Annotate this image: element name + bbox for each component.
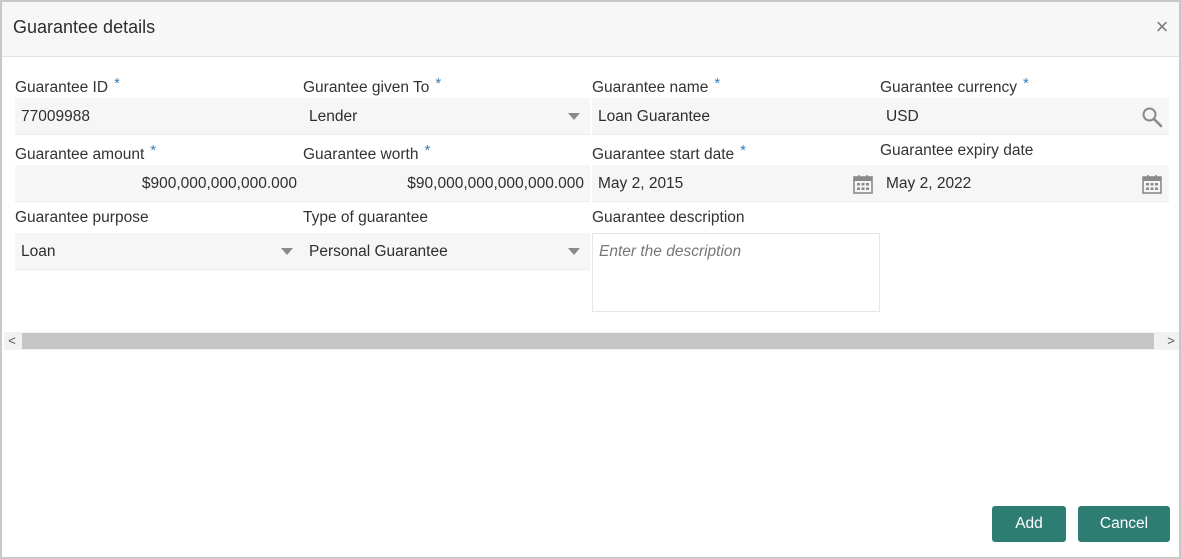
- guarantee-purpose-value: Loan: [21, 243, 56, 260]
- start-date-field[interactable]: May 2, 2015: [592, 165, 880, 202]
- guarantee-description-textarea[interactable]: Enter the description: [592, 233, 880, 312]
- guarantee-type-value: Personal Guarantee: [309, 243, 448, 260]
- dialog-header: Guarantee details ×: [2, 2, 1179, 57]
- dropdown-caret-icon: [568, 248, 580, 255]
- given-to-value: Lender: [309, 108, 358, 125]
- search-icon[interactable]: [1141, 106, 1163, 128]
- required-mark: *: [740, 142, 747, 159]
- calendar-icon[interactable]: [1141, 173, 1163, 195]
- calendar-icon[interactable]: [852, 173, 874, 195]
- guarantee-amount-label-text: Guarantee amount: [15, 146, 145, 163]
- expiry-date-label: Guarantee expiry date: [880, 142, 1034, 159]
- guarantee-purpose-select[interactable]: Loan: [15, 233, 303, 270]
- guarantee-currency-label: Guarantee currency *: [880, 75, 1029, 97]
- required-mark: *: [424, 142, 431, 159]
- guarantee-id-label-text: Guarantee ID: [15, 79, 109, 96]
- guarantee-amount-value: $900,000,000,000.000: [141, 175, 297, 192]
- add-button[interactable]: Add: [992, 506, 1066, 542]
- given-to-label: Gurantee given To *: [303, 75, 441, 97]
- horizontal-scrollbar[interactable]: < >: [4, 332, 1179, 350]
- expiry-date-field[interactable]: May 2, 2022: [880, 165, 1169, 202]
- start-date-value: May 2, 2015: [598, 175, 684, 192]
- guarantee-name-label: Guarantee name *: [592, 75, 720, 97]
- description-placeholder: Enter the description: [599, 243, 742, 260]
- guarantee-currency-field[interactable]: USD: [880, 98, 1169, 135]
- given-to-select[interactable]: Lender: [303, 98, 590, 135]
- expiry-date-value: May 2, 2022: [886, 175, 972, 192]
- guarantee-id-field[interactable]: 77009988: [15, 98, 303, 135]
- required-mark: *: [150, 142, 157, 159]
- required-mark: *: [714, 75, 721, 92]
- guarantee-name-label-text: Guarantee name: [592, 79, 709, 96]
- scrollbar-thumb[interactable]: [22, 333, 1154, 349]
- required-mark: *: [1023, 75, 1029, 92]
- cancel-button[interactable]: Cancel: [1078, 506, 1170, 542]
- guarantee-amount-label: Guarantee amount *: [15, 142, 156, 164]
- given-to-label-text: Gurantee given To: [303, 79, 430, 96]
- guarantee-worth-label: Guarantee worth *: [303, 142, 430, 164]
- dropdown-caret-icon: [568, 113, 580, 120]
- guarantee-worth-field[interactable]: $90,000,000,000,000.000: [303, 165, 590, 202]
- guarantee-id-value: 77009988: [21, 108, 90, 125]
- dialog-title: Guarantee details: [13, 17, 156, 37]
- guarantee-currency-label-text: Guarantee currency: [880, 79, 1017, 96]
- guarantee-purpose-label: Guarantee purpose: [15, 209, 149, 226]
- close-icon[interactable]: ×: [1151, 14, 1173, 40]
- guarantee-worth-value: $90,000,000,000,000.000: [407, 175, 584, 192]
- required-mark: *: [435, 75, 442, 92]
- required-mark: *: [114, 75, 120, 92]
- guarantee-details-dialog: Guarantee details × Guarantee ID * Gurant…: [0, 0, 1181, 559]
- scroll-left-icon[interactable]: <: [4, 332, 20, 350]
- guarantee-id-label: Guarantee ID *: [15, 75, 120, 97]
- guarantee-type-select[interactable]: Personal Guarantee: [303, 233, 590, 270]
- guarantee-name-value: Loan Guarantee: [598, 108, 711, 125]
- guarantee-type-label: Type of guarantee: [303, 209, 428, 226]
- guarantee-amount-field[interactable]: $900,000,000,000.000: [15, 165, 303, 202]
- start-date-label-text: Guarantee start date: [592, 146, 735, 163]
- guarantee-description-label: Guarantee description: [592, 209, 745, 226]
- dropdown-caret-icon: [281, 248, 293, 255]
- start-date-label: Guarantee start date *: [592, 142, 746, 164]
- guarantee-worth-label-text: Guarantee worth: [303, 146, 419, 163]
- guarantee-name-field[interactable]: Loan Guarantee: [592, 98, 880, 135]
- scroll-right-icon[interactable]: >: [1163, 332, 1179, 350]
- guarantee-currency-value: USD: [886, 108, 919, 125]
